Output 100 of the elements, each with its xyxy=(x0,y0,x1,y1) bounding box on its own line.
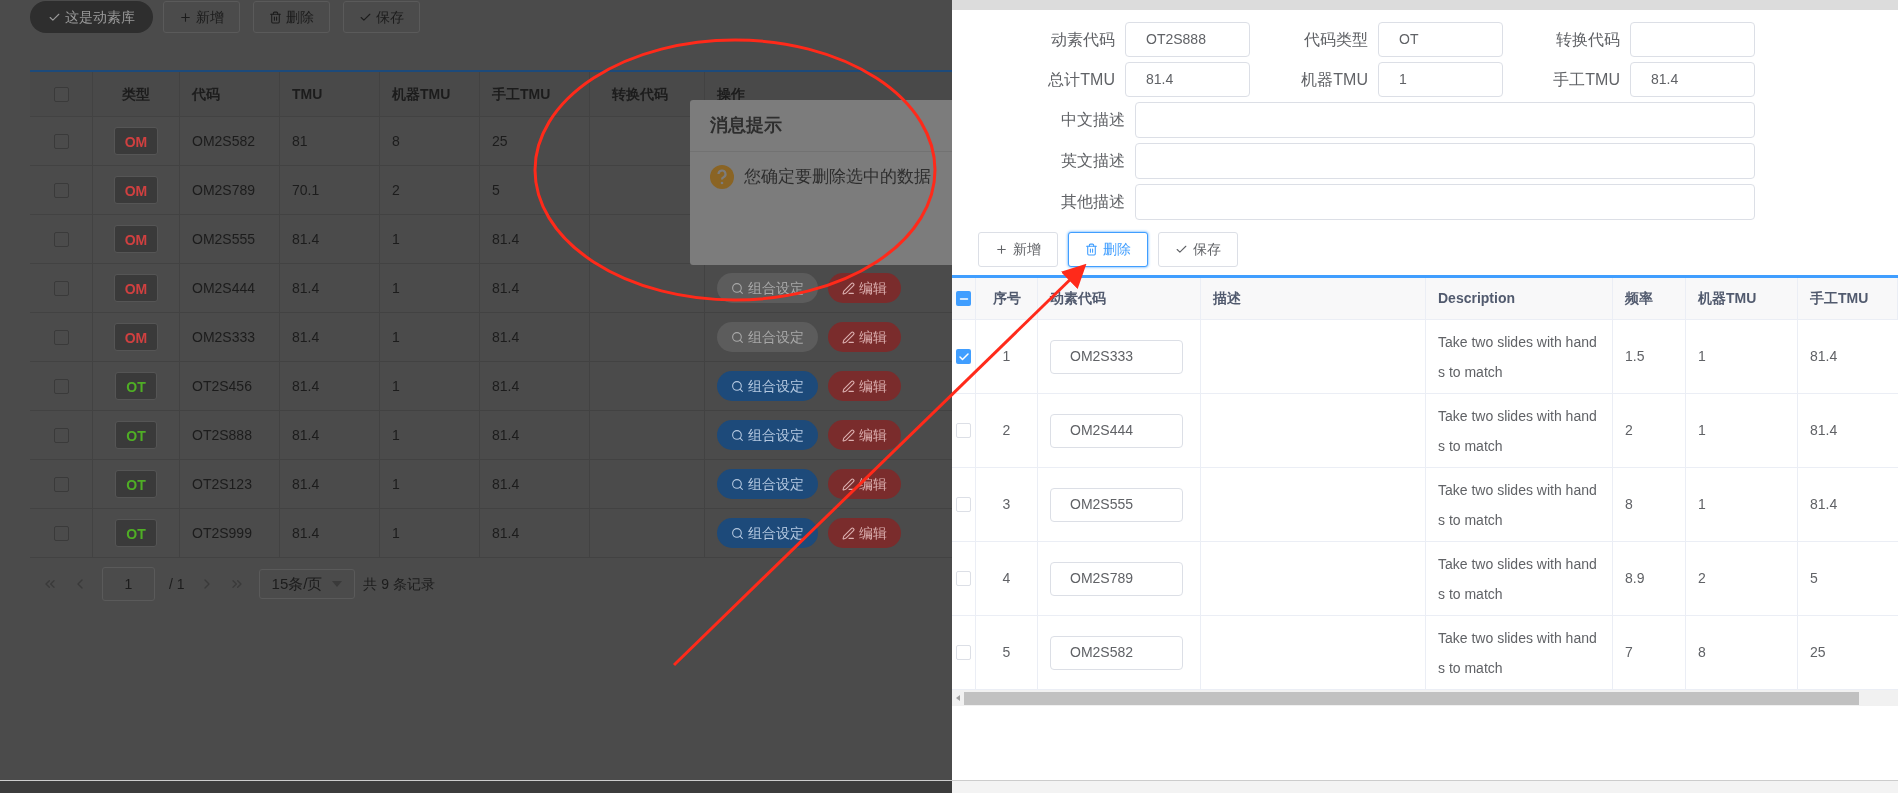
table-cell-text: 1 xyxy=(1698,495,1706,514)
text-area[interactable] xyxy=(1135,102,1755,138)
field-label: 中文描述 xyxy=(1060,110,1126,130)
trash-icon xyxy=(269,10,282,24)
search-icon xyxy=(731,330,744,344)
field-label: 转换代码 xyxy=(1555,29,1621,50)
edit-button[interactable]: 编辑 xyxy=(828,322,901,352)
row-number: 4 xyxy=(1002,569,1011,588)
text-area[interactable] xyxy=(1135,143,1755,179)
combo-settings-button[interactable]: 组合设定 xyxy=(717,371,818,401)
row-number: 3 xyxy=(1002,495,1011,514)
check-icon xyxy=(957,350,970,363)
edit-button[interactable]: 编辑 xyxy=(828,420,901,450)
text-area[interactable] xyxy=(1135,184,1755,220)
trash-icon xyxy=(1085,243,1098,256)
edit-button[interactable]: 编辑 xyxy=(828,273,901,303)
column-header: 手工TMU xyxy=(1810,289,1869,308)
column-header: 序号 xyxy=(992,289,1021,308)
search-icon xyxy=(731,477,744,491)
type-tag: OT xyxy=(115,519,157,547)
delete-button[interactable]: 删除 xyxy=(1068,232,1148,267)
column-header: Description xyxy=(1438,289,1515,308)
type-tag: OM xyxy=(113,127,159,155)
pen-icon xyxy=(842,281,855,295)
dialog-title: 消息提示 xyxy=(710,114,782,137)
column-header: 频率 xyxy=(1625,289,1653,308)
column-header: 描述 xyxy=(1213,289,1241,308)
input-field[interactable]: 81.4 xyxy=(1630,62,1755,97)
pen-icon xyxy=(842,477,855,491)
description-text: Take two slides with hands to match xyxy=(1438,406,1598,456)
table-cell-text: 81.4 xyxy=(1810,347,1838,366)
question-icon xyxy=(710,164,734,189)
description-text: Take two slides with hands to match xyxy=(1438,480,1598,530)
search-icon xyxy=(731,379,744,393)
table-cell-text: 81.4 xyxy=(1810,421,1838,440)
table-cell-text: 25 xyxy=(1810,643,1826,662)
description-text: Take two slides with hands to match xyxy=(1438,628,1598,678)
table-cell-text: 2 xyxy=(1625,421,1633,440)
field-label: 其他描述 xyxy=(1060,192,1126,212)
table-cell-text: 8 xyxy=(1698,643,1706,662)
plus-icon xyxy=(179,10,192,24)
table-cell-text: 8 xyxy=(1625,495,1633,514)
input-field[interactable]: 81.4 xyxy=(1125,62,1250,97)
checkbox[interactable] xyxy=(956,349,971,364)
field-label: 代码类型 xyxy=(1303,29,1369,50)
table-cell-text: 81.4 xyxy=(1810,495,1838,514)
table-cell-text: 1 xyxy=(1698,347,1706,366)
table-cell-text: 2 xyxy=(1698,569,1706,588)
save-button[interactable]: 保存 xyxy=(1158,232,1238,267)
code-input[interactable]: OM2S333 xyxy=(1050,339,1183,374)
type-tag: OM xyxy=(113,274,159,302)
field-label: 英文描述 xyxy=(1060,151,1126,171)
input-field[interactable] xyxy=(1630,22,1755,57)
type-tag: OM xyxy=(113,225,159,253)
description-text: Take two slides with hands to match xyxy=(1438,554,1598,604)
row-number: 5 xyxy=(1002,643,1011,662)
code-input[interactable]: OM2S582 xyxy=(1050,635,1183,670)
field-label: 手工TMU xyxy=(1552,69,1621,90)
search-icon xyxy=(731,526,744,540)
check-icon xyxy=(1175,243,1188,256)
edit-button[interactable]: 编辑 xyxy=(828,371,901,401)
field-label: 总计TMU xyxy=(1047,69,1116,90)
table-cell-text: 7 xyxy=(1625,643,1633,662)
type-tag: OT xyxy=(115,372,157,400)
code-input[interactable]: OM2S555 xyxy=(1050,487,1183,522)
pen-icon xyxy=(842,379,855,393)
table-cell-text: 8.9 xyxy=(1625,569,1645,588)
add-button[interactable]: 新增 xyxy=(978,232,1058,267)
description-text: Take two slides with hands to match xyxy=(1438,332,1598,382)
field-label: 机器TMU xyxy=(1300,69,1369,90)
pen-icon xyxy=(842,526,855,540)
table-cell-text: 1 xyxy=(1698,421,1706,440)
row-number: 2 xyxy=(1002,421,1011,440)
combo-settings-button[interactable]: 组合设定 xyxy=(717,420,818,450)
input-field[interactable]: OT2S888 xyxy=(1125,22,1250,57)
row-number: 1 xyxy=(1002,347,1011,366)
checkbox[interactable] xyxy=(956,291,971,306)
type-tag: OM xyxy=(113,323,159,351)
combo-settings-button[interactable]: 组合设定 xyxy=(717,469,818,499)
table-cell-text: 1.5 xyxy=(1625,347,1645,366)
type-tag: OT xyxy=(115,470,157,498)
code-input[interactable]: OM2S789 xyxy=(1050,561,1183,596)
search-icon xyxy=(731,281,744,295)
plus-icon xyxy=(995,243,1008,256)
combo-settings-button[interactable]: 组合设定 xyxy=(717,518,818,548)
search-icon xyxy=(731,428,744,442)
pen-icon xyxy=(842,330,855,344)
field-label: 动素代码 xyxy=(1050,29,1116,50)
type-tag: OM xyxy=(113,176,159,204)
input-field[interactable]: 1 xyxy=(1378,62,1503,97)
code-input[interactable]: OM2S444 xyxy=(1050,413,1183,448)
horizontal-scrollbar[interactable] xyxy=(952,690,1898,706)
input-field[interactable]: OT xyxy=(1378,22,1503,57)
library-button[interactable]: 这是动素库 xyxy=(30,1,153,33)
dialog-message: 您确定要删除选中的数据 xyxy=(744,166,931,188)
edit-button[interactable]: 编辑 xyxy=(828,518,901,548)
pen-icon xyxy=(842,428,855,442)
column-header: 机器TMU xyxy=(1698,289,1757,308)
type-tag: OT xyxy=(115,421,157,449)
table-cell-text: 5 xyxy=(1810,569,1818,588)
